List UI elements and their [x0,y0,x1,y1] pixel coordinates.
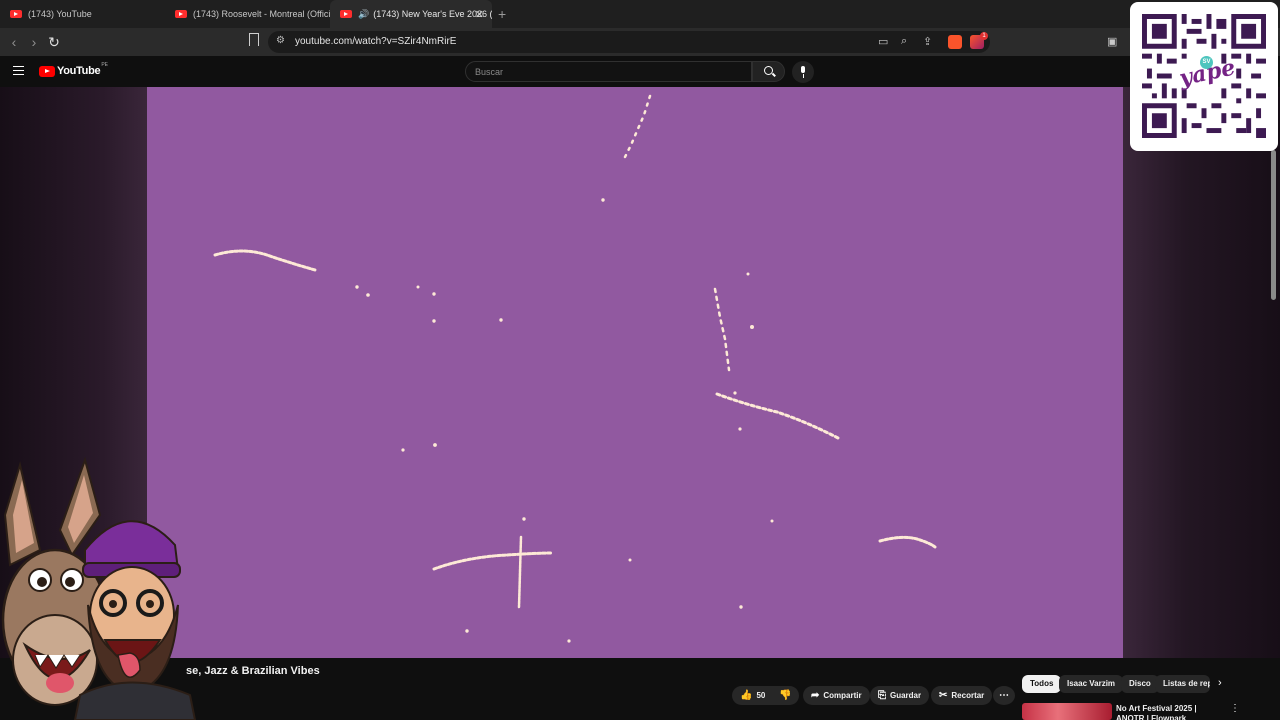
chip-todos[interactable]: Todos [1022,675,1062,693]
ambient-right [1123,87,1280,658]
search-placeholder: Buscar [475,67,504,77]
streamer-avatar [1,456,197,720]
new-tab-button[interactable]: + [498,6,506,22]
site-info-icon[interactable]: ⚙ [276,35,285,46]
tab-roosevelt[interactable]: (1743) Roosevelt - Montreal (Official [165,0,330,28]
back-arrow-icon[interactable]: ‹ [5,33,23,51]
address-bar[interactable]: ⚙ youtube.com/watch?v=SZir4NmRirE ▭ ⌕ ⇪ … [268,31,990,53]
scissors-icon: ✂ [939,690,948,701]
voice-search-icon[interactable] [792,61,814,83]
brave-rewards-icon[interactable]: 1 [970,32,988,49]
recommendation-thumbnail[interactable] [1022,703,1112,720]
like-count: 50 [756,691,766,700]
more-actions-button[interactable]: ⋯ [993,686,1015,705]
bookmark-icon[interactable] [249,33,259,46]
save-button[interactable]: ⎘ Guardar [870,686,930,705]
page-scrollbar[interactable] [1271,150,1276,300]
chip-isaac-varzim[interactable]: Isaac Varzim [1059,675,1124,693]
youtube-masthead: YouTube PE Buscar [0,56,1280,87]
region-code: PE [101,62,108,68]
browser-tabstrip: (1743) YouTube (1743) Roosevelt - Montre… [0,0,1280,28]
share-icon: ➦ [811,690,820,701]
speaker-icon[interactable]: 🔊 [358,9,369,20]
video-player[interactable] [147,87,1123,658]
screen: (1743) YouTube (1743) Roosevelt - Montre… [0,0,1280,720]
cast-icon[interactable]: ▭ [878,35,888,48]
reload-icon[interactable]: ↻ [45,33,63,51]
browser-toolbar: ‹ › ↻ ⚙ youtube.com/watch?v=SZir4NmRirE … [0,28,1280,56]
chip-disco[interactable]: Disco [1121,675,1159,693]
search-input[interactable]: Buscar [465,61,752,82]
chip-playlists[interactable]: Listas de repro [1155,675,1210,693]
youtube-favicon-icon [340,10,352,18]
video-title: se, Jazz & Brazilian Vibes [186,665,320,677]
share-page-icon[interactable]: ⇪ [923,35,932,48]
share-button[interactable]: ➦ Compartir [803,686,870,705]
save-label: Guardar [890,691,922,700]
zoom-icon[interactable]: ⌕ [901,35,907,48]
dislike-button[interactable]: 👎 [771,686,800,705]
tab-new-years-eve[interactable]: 🔊 (1743) New Year's Eve 2026 ( ✕ [330,0,492,28]
forward-arrow-icon[interactable]: › [25,33,43,51]
thumbs-up-icon: 👍 [740,690,753,701]
close-tab-icon[interactable]: ✕ [475,8,484,21]
youtube-wordmark: YouTube [57,65,101,77]
yape-mark: SV [1200,56,1213,69]
youtube-favicon-icon [175,10,187,18]
notification-badge: 1 [980,32,988,40]
youtube-play-icon [39,65,55,77]
youtube-favicon-icon [10,10,22,18]
tab-youtube-home[interactable]: (1743) YouTube [0,0,165,28]
clip-label: Recortar [951,691,985,700]
share-label: Compartir [823,691,862,700]
sidebar-toggle-icon[interactable]: ▣ [1107,35,1117,48]
tab-title: (1743) YouTube [28,9,92,19]
thumbs-down-icon: 👎 [779,690,792,701]
chevron-right-icon[interactable]: › [1218,677,1222,689]
more-horizontal-icon: ⋯ [999,690,1009,701]
youtube-logo[interactable]: YouTube PE [39,62,108,77]
brave-shields-icon[interactable] [948,35,962,49]
recommendation-title[interactable]: No Art Festival 2025 | ANOTR | Flowpark … [1116,704,1221,720]
tab-title: (1743) Roosevelt - Montreal (Official [193,9,330,19]
like-button[interactable]: 👍 50 [732,686,774,705]
menu-icon[interactable] [13,66,24,75]
url-text: youtube.com/watch?v=SZir4NmRirE [295,36,457,47]
more-vertical-icon[interactable]: ⋮ [1230,703,1240,714]
search-button[interactable] [752,61,785,82]
bookmark-save-icon: ⎘ [878,690,886,701]
fireworks-frame [213,94,937,643]
clip-button[interactable]: ✂ Recortar [931,686,993,705]
search-icon [764,66,773,75]
